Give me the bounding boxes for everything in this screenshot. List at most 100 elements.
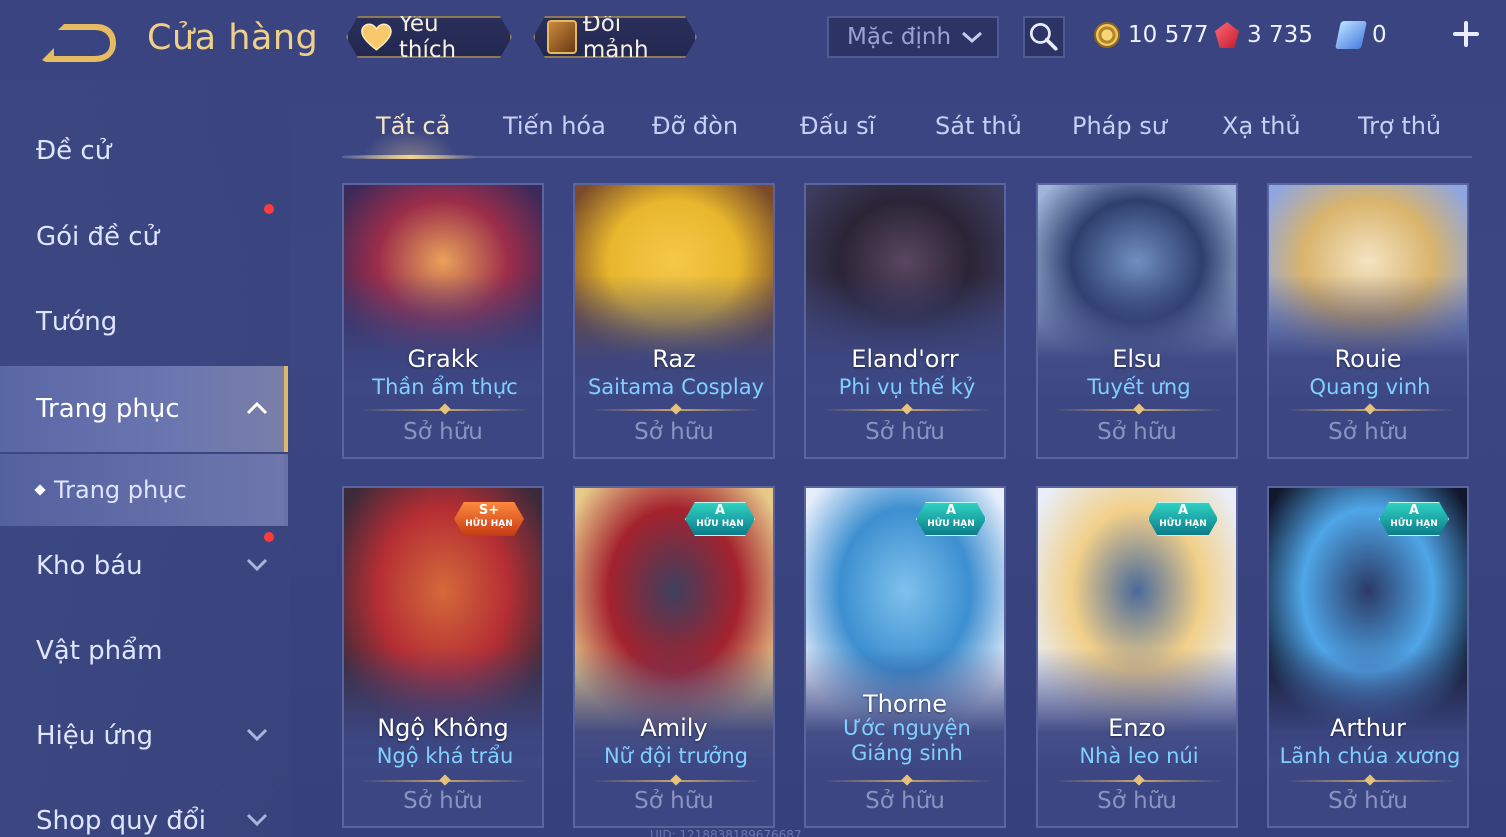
exchange-button[interactable]: Đổi mảnh bbox=[533, 16, 697, 58]
sidebar-subitem-skins[interactable]: Trang phục bbox=[0, 454, 288, 526]
hero-name: Amily bbox=[640, 714, 708, 742]
skin-card[interactable]: Amily Nữ đội trưởng Sở hữu A HỮU HẠN bbox=[573, 486, 775, 828]
sidebar-item-label: Shop quy đổi bbox=[36, 806, 206, 836]
sidebar: Đề cử Gói đề cử Tướng Trang phục Trang p… bbox=[0, 80, 290, 837]
gold-coin-icon bbox=[1094, 22, 1120, 48]
card-divider bbox=[822, 409, 992, 411]
chevron-up-icon bbox=[246, 401, 268, 415]
gold-amount: 10 577 bbox=[1128, 22, 1209, 48]
favorites-label: Yêu thích bbox=[398, 11, 457, 63]
owned-status: Sở hữu bbox=[865, 419, 945, 445]
heart-icon bbox=[360, 21, 393, 53]
skin-card[interactable]: Thorne Ước nguyện Giáng sinh Sở hữu A HỮU HẠ… bbox=[804, 486, 1006, 828]
sidebar-item-label: Kho báu bbox=[36, 551, 143, 581]
skin-card[interactable]: Arthur Lãnh chúa xương Sở hữu A HỮU HẠN bbox=[1267, 486, 1469, 828]
badge-label: HỮU HẠN bbox=[1390, 519, 1438, 529]
limited-tier-badge: A HỮU HẠN bbox=[685, 502, 755, 536]
owned-status: Sở hữu bbox=[1097, 788, 1177, 814]
sidebar-item-skins[interactable]: Trang phục bbox=[0, 366, 288, 452]
badge-grade: S+ bbox=[478, 503, 500, 518]
card-divider bbox=[360, 780, 530, 782]
exchange-label: Đổi mảnh bbox=[582, 11, 649, 63]
sidebar-item-label: Trang phục bbox=[36, 394, 180, 424]
card-divider bbox=[1054, 409, 1224, 411]
hero-name: Grakk bbox=[407, 345, 479, 373]
notification-dot bbox=[264, 204, 274, 214]
skin-card[interactable]: Enzo Nhà leo núi Sở hữu A HỮU HẠN bbox=[1036, 486, 1238, 828]
voucher-amount: 0 bbox=[1372, 22, 1387, 48]
chevron-down-icon bbox=[246, 558, 268, 572]
treasure-chest-icon bbox=[547, 20, 577, 54]
sidebar-item-label: Gói đề cử bbox=[36, 222, 160, 252]
tab-fighter[interactable]: Đấu sĩ bbox=[800, 112, 875, 140]
owned-status: Sở hữu bbox=[865, 788, 945, 814]
limited-tier-badge: A HỮU HẠN bbox=[916, 502, 986, 536]
sidebar-item-recommended-bundles[interactable]: Gói đề cử bbox=[0, 194, 288, 280]
skin-card[interactable]: Ngộ Không Ngộ khá trẩu Sở hữu S+ HỮU HẠN bbox=[342, 486, 544, 828]
skin-card[interactable]: Grakk Thần ẩm thực Sở hữu bbox=[342, 183, 544, 459]
hero-name: Enzo bbox=[1108, 714, 1166, 742]
hero-name: Arthur bbox=[1330, 714, 1406, 742]
badge-label: HỮU HẠN bbox=[1159, 519, 1207, 529]
skin-card[interactable]: Rouie Quang vinh Sở hữu bbox=[1267, 183, 1469, 459]
limited-tier-badge: S+ HỮU HẠN bbox=[454, 502, 524, 536]
badge-label: HỮU HẠN bbox=[927, 519, 975, 529]
hero-name: Elsu bbox=[1112, 345, 1162, 373]
skin-card[interactable]: Eland'orr Phi vụ thế kỷ Sở hữu bbox=[804, 183, 1006, 459]
tab-mage[interactable]: Pháp sư bbox=[1072, 112, 1167, 140]
tab-marksman[interactable]: Xạ thủ bbox=[1222, 112, 1301, 140]
skin-name: Lãnh chúa xương bbox=[1279, 744, 1461, 768]
skin-name: Ngộ khá trẩu bbox=[376, 744, 514, 768]
favorites-button[interactable]: Yêu thích bbox=[346, 16, 512, 58]
skin-name: Phi vụ thế kỷ bbox=[838, 375, 976, 399]
sort-dropdown[interactable]: Mặc định bbox=[827, 16, 999, 58]
player-uid: UID: 1218838189676687 bbox=[650, 828, 802, 837]
gold-balance: 10 577 bbox=[1094, 18, 1208, 52]
sidebar-item-recommended[interactable]: Đề cử bbox=[0, 108, 288, 194]
tab-assassin[interactable]: Sát thủ bbox=[935, 112, 1022, 140]
ruby-amount: 3 735 bbox=[1247, 22, 1313, 48]
limited-tier-badge: A HỮU HẠN bbox=[1379, 502, 1449, 536]
role-tabs: Tất cả Tiến hóa Đỡ đòn Đấu sĩ Sát thủ Ph… bbox=[342, 100, 1472, 159]
badge-grade: A bbox=[1408, 503, 1420, 518]
tab-tank[interactable]: Đỡ đòn bbox=[652, 112, 738, 140]
card-divider bbox=[1285, 780, 1455, 782]
hero-name: Ngộ Không bbox=[377, 714, 509, 742]
skin-card[interactable]: Raz Saitama Cosplay Sở hữu bbox=[573, 183, 775, 459]
badge-label: HỮU HẠN bbox=[465, 519, 513, 529]
voucher-balance: 0 bbox=[1335, 18, 1387, 52]
owned-status: Sở hữu bbox=[634, 419, 714, 445]
sidebar-item-treasure[interactable]: Kho báu bbox=[0, 523, 288, 609]
chevron-down-icon bbox=[246, 813, 268, 827]
sidebar-item-items[interactable]: Vật phẩm bbox=[0, 608, 288, 694]
sidebar-item-label: Trang phục bbox=[54, 476, 187, 504]
bullet-diamond-icon bbox=[34, 484, 46, 496]
topup-plus-icon[interactable] bbox=[1450, 18, 1482, 50]
skin-name: Nữ đội trưởng bbox=[603, 744, 749, 768]
owned-status: Sở hữu bbox=[1097, 419, 1177, 445]
badge-grade: A bbox=[1177, 503, 1189, 518]
sidebar-item-heroes[interactable]: Tướng bbox=[0, 279, 288, 365]
badge-grade: A bbox=[945, 503, 957, 518]
hero-name: Eland'orr bbox=[851, 345, 959, 373]
search-icon bbox=[1029, 22, 1058, 51]
hero-name: Rouie bbox=[1334, 345, 1402, 373]
skin-card[interactable]: Elsu Tuyết ưng Sở hữu bbox=[1036, 183, 1238, 459]
owned-status: Sở hữu bbox=[403, 419, 483, 445]
sidebar-item-label: Đề cử bbox=[36, 136, 112, 166]
hero-name: Raz bbox=[652, 345, 696, 373]
search-button[interactable] bbox=[1023, 16, 1065, 58]
tab-all[interactable]: Tất cả bbox=[376, 112, 450, 140]
owned-status: Sở hữu bbox=[403, 788, 483, 814]
card-divider bbox=[591, 780, 761, 782]
sidebar-item-effects[interactable]: Hiệu ứng bbox=[0, 693, 288, 779]
owned-status: Sở hữu bbox=[634, 788, 714, 814]
card-divider bbox=[591, 409, 761, 411]
card-divider bbox=[1285, 409, 1455, 411]
tab-evolution[interactable]: Tiến hóa bbox=[503, 112, 606, 140]
tab-support[interactable]: Trợ thủ bbox=[1358, 112, 1441, 140]
hero-name: Thorne bbox=[863, 690, 947, 718]
card-divider bbox=[1054, 780, 1224, 782]
sidebar-item-exchange-shop[interactable]: Shop quy đổi bbox=[0, 778, 288, 837]
back-arrow-icon[interactable] bbox=[36, 22, 116, 64]
